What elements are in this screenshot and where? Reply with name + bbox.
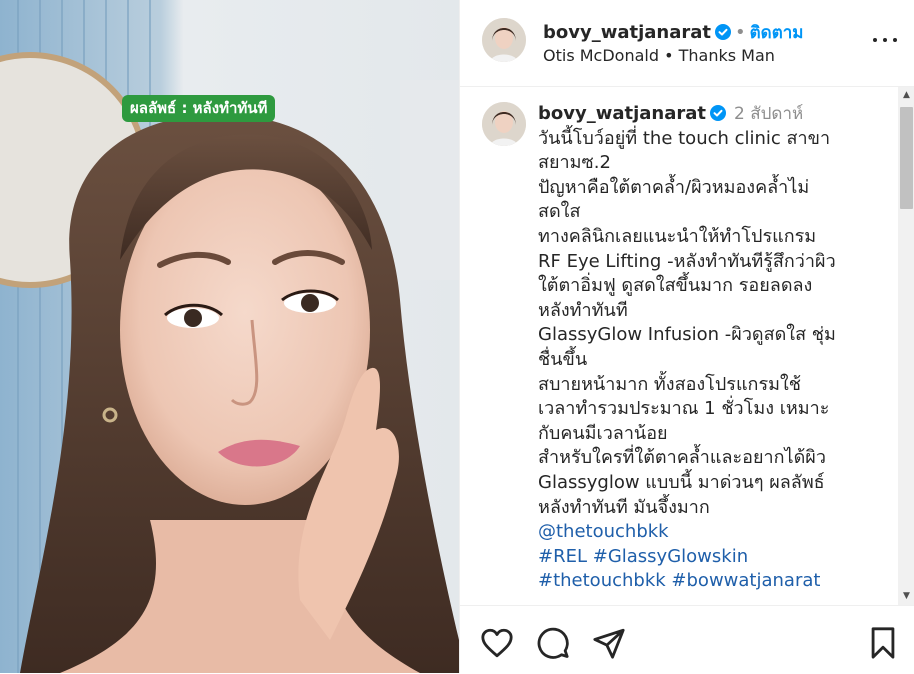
- follow-button[interactable]: ติดตาม: [750, 23, 804, 43]
- more-options-icon[interactable]: [871, 28, 899, 52]
- verified-badge-icon: [710, 105, 727, 121]
- caption-area[interactable]: bovy_watjanarat 2 สัปดาห์ วันนี้โบว์อยู่ท…: [460, 87, 914, 605]
- verified-badge-icon: [715, 24, 732, 40]
- caption-line: สยามซ.2: [538, 152, 611, 174]
- username-link[interactable]: bovy_watjanarat: [543, 22, 711, 43]
- separator-dot: •: [735, 22, 746, 43]
- caption-username[interactable]: bovy_watjanarat: [538, 103, 706, 124]
- scroll-up-arrow-icon[interactable]: ▲: [898, 87, 914, 104]
- caption-line: ทางคลินิกเลยแนะนำให้ทำโปรแกรม: [538, 225, 817, 247]
- scroll-down-arrow-icon[interactable]: ▼: [898, 588, 914, 605]
- avatar[interactable]: [482, 18, 526, 62]
- result-overlay-label: ผลลัพธ์ : หลังทำทันที: [122, 95, 276, 122]
- caption-line: ชื่นขึ้น: [538, 348, 588, 370]
- hashtag-link[interactable]: #REL: [538, 546, 587, 567]
- caption-line: เวลาทำรวมประมาณ 1 ชั่วโมง เหมาะ: [538, 398, 830, 420]
- post-caption: bovy_watjanarat 2 สัปดาห์ วันนี้โบว์อยู่ท…: [538, 102, 883, 594]
- caption-line: RF Eye Lifting -หลังทำทันทีรู้สึกว่าผิว: [538, 250, 836, 272]
- header-username-row: bovy_watjanarat • ติดตาม: [543, 19, 804, 46]
- caption-line: หลังทำทันที มันจึ้งมาก: [538, 496, 710, 518]
- caption-avatar[interactable]: [482, 102, 526, 146]
- caption-scrollbar[interactable]: ▲ ▼: [898, 87, 914, 605]
- audio-track-link[interactable]: Otis McDonald • Thanks Man: [543, 46, 775, 65]
- heart-icon[interactable]: [480, 626, 514, 660]
- caption-line: Glassyglow แบบนี้ มาด่วนๆ ผลลัพธ์: [538, 471, 825, 493]
- post-actions-bar: [460, 605, 914, 674]
- caption-line: ปัญหาคือใต้ตาคล้ำ/ผิวหมองคล้ำไม่: [538, 176, 810, 198]
- post-side-panel: bovy_watjanarat • ติดตาม Otis McDonald • T…: [459, 0, 914, 673]
- caption-line: กับคนมีเวลาน้อย: [538, 422, 668, 444]
- caption-line: หลังทำทันที: [538, 299, 628, 321]
- share-icon[interactable]: [592, 626, 626, 660]
- hashtag-row: #thetouchbkk #bowwatjanarat: [538, 569, 883, 594]
- hashtag-link[interactable]: #thetouchbkk: [538, 570, 666, 591]
- hashtag-row: #REL #GlassyGlowskin: [538, 545, 883, 570]
- comment-icon[interactable]: [536, 626, 570, 660]
- scrollbar-thumb[interactable]: [900, 107, 913, 209]
- caption-line: ใต้ตาอิ่มฟู ดูสดใสขึ้นมาก รอยลดลง: [538, 275, 813, 297]
- caption-username-row: bovy_watjanarat 2 สัปดาห์: [538, 102, 883, 127]
- caption-line: สบายหน้ามาก ทั้งสองโปรแกรมใช้: [538, 373, 801, 395]
- bookmark-icon[interactable]: [866, 626, 900, 660]
- caption-line: วันนี้โบว์อยู่ที่ the touch clinic สาขา: [538, 127, 831, 149]
- hashtag-link[interactable]: #GlassyGlowskin: [593, 546, 748, 567]
- caption-line: สำหรับใครที่ใต้ตาคล้ำและอยากได้ผิว: [538, 447, 826, 469]
- mention-link[interactable]: @thetouchbkk: [538, 520, 883, 545]
- hashtag-link[interactable]: #bowwatjanarat: [671, 570, 820, 591]
- post-timestamp[interactable]: 2 สัปดาห์: [734, 104, 803, 124]
- caption-line: สดใส: [538, 201, 581, 223]
- post-media[interactable]: ผลลัพธ์ : หลังทำทันที: [0, 0, 459, 673]
- post-header: bovy_watjanarat • ติดตาม Otis McDonald • T…: [460, 0, 914, 87]
- caption-line: GlassyGlow Infusion -ผิวดูสดใส ชุ่ม: [538, 324, 836, 346]
